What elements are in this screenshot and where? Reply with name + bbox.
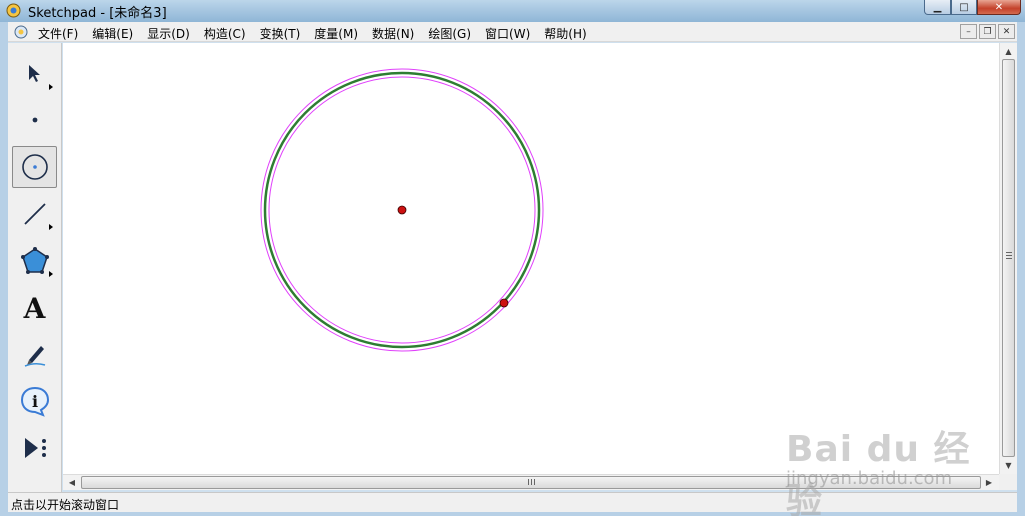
tool-submenu-indicator (49, 271, 53, 277)
menu-measure[interactable]: 度量(M) (314, 25, 358, 42)
polygon-icon (20, 247, 49, 274)
tool-submenu-indicator (49, 224, 53, 230)
text-tool[interactable]: A (12, 287, 57, 329)
point-icon (32, 117, 37, 123)
horizontal-scrollbar[interactable]: ◀ ▶ (63, 474, 999, 490)
compass-circle-icon (21, 154, 48, 180)
maximize-icon: □ (959, 1, 969, 13)
scroll-down-button[interactable]: ▼ (1000, 458, 1017, 472)
tool-submenu-indicator (49, 84, 53, 90)
document-icon[interactable] (14, 25, 28, 39)
close-button[interactable]: ✕ (977, 0, 1021, 15)
scroll-right-icon: ▶ (985, 478, 993, 487)
line-segment-icon (23, 203, 46, 225)
scroll-up-icon: ▲ (1005, 46, 1012, 56)
scroll-left-button[interactable]: ◀ (64, 475, 80, 490)
menu-construct[interactable]: 构造(C) (204, 25, 246, 42)
title-bar[interactable]: Sketchpad - [未命名3] ▁ □ ✕ (0, 0, 1025, 22)
scroll-right-button[interactable]: ▶ (981, 475, 997, 490)
menu-file[interactable]: 文件(F) (38, 25, 78, 42)
information-icon-letter: i (31, 392, 37, 411)
window-controls: ▁ □ ✕ (924, 0, 1021, 16)
menu-bar: 文件(F) 编辑(E) 显示(D) 构造(C) 变换(T) 度量(M) 数据(N… (8, 22, 1017, 42)
arrow-tool[interactable] (12, 53, 57, 95)
maximize-button[interactable]: □ (951, 0, 977, 15)
doc-restore-button[interactable]: ❐ (979, 24, 996, 39)
doc-close-button[interactable]: ✕ (998, 24, 1015, 39)
document-window-controls: – ❐ ✕ (960, 24, 1015, 39)
sketch-canvas[interactable] (63, 43, 999, 474)
menu-display[interactable]: 显示(D) (147, 25, 190, 42)
menu-graph[interactable]: 绘图(G) (428, 25, 471, 42)
scroll-up-button[interactable]: ▲ (1000, 44, 1017, 58)
menu-help[interactable]: 帮助(H) (544, 25, 586, 42)
close-icon: ✕ (994, 1, 1004, 13)
custom-tool-play-icon (24, 438, 46, 458)
doc-minimize-icon: – (966, 26, 971, 37)
vertical-scrollbar[interactable]: ▲ ▼ (999, 43, 1017, 474)
status-bar: 点击以开始滚动窗口 (8, 492, 1017, 512)
minimize-icon: ▁ (933, 1, 942, 13)
status-text: 点击以开始滚动窗口 (11, 498, 120, 512)
window-frame-bottom (0, 512, 1025, 516)
menu-edit[interactable]: 编辑(E) (92, 25, 133, 42)
window-frame-left (0, 22, 8, 516)
compass-tool[interactable] (12, 146, 57, 188)
sketch-drawing (260, 68, 544, 352)
arrow-cursor-icon (28, 65, 40, 82)
menu-items: 文件(F) 编辑(E) 显示(D) 构造(C) 变换(T) 度量(M) 数据(N… (38, 25, 601, 42)
straightedge-tool[interactable] (12, 193, 57, 235)
toolbox: A i (8, 43, 62, 492)
menu-data[interactable]: 数据(N) (372, 25, 414, 42)
radius-point[interactable] (499, 298, 509, 308)
grip-icon (1006, 252, 1012, 259)
menu-transform[interactable]: 变换(T) (260, 25, 301, 42)
marker-tool[interactable] (12, 333, 57, 375)
custom-tool[interactable] (12, 427, 57, 469)
window-title: Sketchpad - [未命名3] (28, 6, 167, 21)
doc-minimize-button[interactable]: – (960, 24, 977, 39)
minimize-button[interactable]: ▁ (924, 0, 951, 15)
vertical-scroll-thumb[interactable] (1002, 59, 1015, 457)
scroll-left-icon: ◀ (68, 478, 76, 487)
marker-pen-icon (24, 346, 45, 367)
point-tool[interactable] (12, 99, 57, 141)
information-tool[interactable]: i (12, 380, 57, 422)
center-point[interactable] (397, 205, 407, 215)
scroll-down-icon: ▼ (1005, 460, 1012, 470)
window-frame-right (1017, 22, 1025, 516)
text-tool-icon: A (23, 291, 46, 325)
polygon-tool[interactable] (12, 240, 57, 282)
menu-window[interactable]: 窗口(W) (485, 25, 530, 42)
doc-close-icon: ✕ (1002, 26, 1011, 37)
horizontal-scroll-thumb[interactable] (81, 476, 981, 489)
information-icon: i (20, 386, 49, 417)
doc-restore-icon: ❐ (983, 26, 992, 37)
grip-icon (528, 479, 535, 485)
scrollbar-corner (999, 474, 1017, 490)
sketchpad-app-icon (6, 3, 21, 18)
